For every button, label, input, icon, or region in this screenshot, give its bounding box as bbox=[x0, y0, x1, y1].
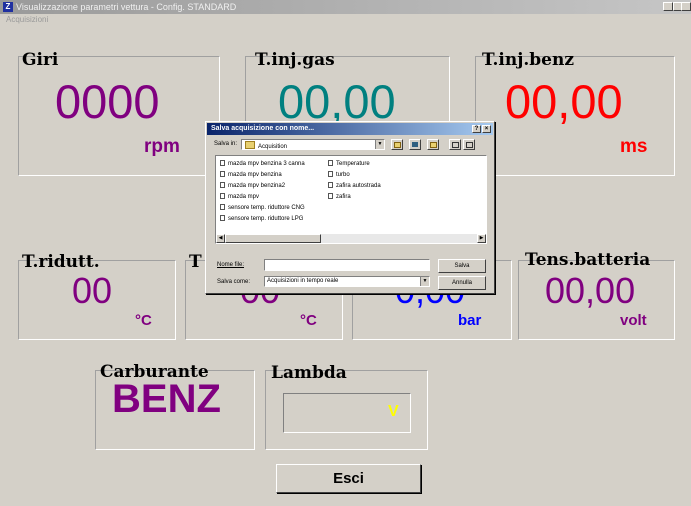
lambda-display: V bbox=[283, 393, 411, 433]
giri-label: Giri bbox=[22, 50, 59, 70]
scroll-left-icon[interactable]: ◀ bbox=[216, 234, 225, 243]
saveas-label: Salva come: bbox=[217, 279, 251, 285]
folder-icon bbox=[245, 141, 255, 149]
list-item[interactable]: mazda mpv bbox=[220, 193, 259, 201]
tridutt-value: 00 bbox=[72, 270, 113, 311]
save-in-value: Acquisition bbox=[258, 144, 288, 150]
list-item[interactable]: zafira bbox=[328, 193, 351, 201]
minimize-icon[interactable] bbox=[663, 2, 673, 11]
chevron-down-icon[interactable]: ▼ bbox=[375, 140, 384, 149]
list-item[interactable]: turbo bbox=[328, 171, 350, 179]
tinj-benz-value: 00,00 bbox=[505, 75, 623, 128]
annulla-button[interactable]: Annulla bbox=[438, 276, 486, 290]
close-icon[interactable] bbox=[681, 2, 691, 11]
salva-button[interactable]: Salva bbox=[438, 259, 486, 273]
list-item[interactable]: zafira autostrada bbox=[328, 182, 381, 190]
list-item[interactable]: mazda mpv benzina2 bbox=[220, 182, 285, 190]
help-icon[interactable]: ? bbox=[472, 125, 481, 133]
list-item[interactable]: sensore temp. riduttore LPG bbox=[220, 215, 303, 223]
carburante-value: BENZ bbox=[112, 377, 221, 421]
list-item[interactable]: Temperature bbox=[328, 160, 370, 168]
saveas-combo[interactable]: Acquisizioni in tempo reale ▼ bbox=[264, 276, 430, 287]
saveas-value: Acquisizioni in tempo reale bbox=[267, 278, 339, 284]
tens-batteria-label: Tens.batteria bbox=[525, 250, 651, 270]
t-gas-label: T bbox=[189, 252, 202, 272]
up-folder-button[interactable] bbox=[391, 139, 403, 150]
save-in-combo[interactable]: Acquisition ▼ bbox=[241, 139, 385, 150]
chevron-down-icon[interactable]: ▼ bbox=[420, 277, 429, 286]
pressione-unit: bar bbox=[458, 312, 482, 329]
app-icon: Z bbox=[3, 2, 13, 12]
tinj-benz-unit: ms bbox=[620, 136, 648, 157]
tinj-benz-label: T.inj.benz bbox=[482, 50, 574, 70]
dialog-titlebar: Salva acquisizione con nome... ? × bbox=[207, 123, 493, 135]
tridutt-label: T.ridutt. bbox=[22, 252, 100, 272]
dialog-close-icon[interactable]: × bbox=[482, 125, 491, 133]
filename-label: Nome file: bbox=[217, 262, 245, 268]
tridutt-unit: °C bbox=[135, 312, 152, 329]
list-item[interactable]: mazda mpv benzina bbox=[220, 171, 282, 179]
t-gas-unit: °C bbox=[300, 312, 317, 329]
window-titlebar: Z Visualizzazione parametri vettura - Co… bbox=[0, 0, 691, 14]
details-view-button[interactable] bbox=[463, 139, 475, 150]
menubar: Acquisizioni bbox=[0, 14, 691, 26]
lambda-value: V bbox=[388, 403, 399, 420]
save-dialog: Salva acquisizione con nome... ? × Salva… bbox=[205, 121, 495, 294]
desktop-button[interactable] bbox=[409, 139, 421, 150]
menu-acquisizioni[interactable]: Acquisizioni bbox=[6, 14, 48, 26]
list-view-button[interactable] bbox=[449, 139, 461, 150]
filename-field[interactable] bbox=[264, 259, 430, 271]
scroll-right-icon[interactable]: ▶ bbox=[477, 234, 486, 243]
giri-unit: rpm bbox=[144, 136, 180, 157]
lambda-label: Lambda bbox=[271, 363, 347, 383]
scroll-thumb[interactable] bbox=[225, 234, 321, 243]
horizontal-scrollbar[interactable]: ◀ ▶ bbox=[216, 234, 486, 243]
giri-value: 0000 bbox=[55, 75, 160, 128]
tens-batteria-value: 00,00 bbox=[545, 270, 636, 311]
list-item[interactable]: sensore temp. riduttore CNG bbox=[220, 204, 305, 212]
tens-batteria-unit: volt bbox=[620, 312, 647, 329]
file-list[interactable]: mazda mpv benzina 3 canna mazda mpv benz… bbox=[215, 155, 487, 244]
dialog-title: Salva acquisizione con nome... bbox=[211, 125, 315, 132]
esci-button[interactable]: Esci bbox=[276, 464, 421, 493]
new-folder-button[interactable] bbox=[427, 139, 439, 150]
tinj-gas-label: T.inj.gas bbox=[255, 50, 335, 70]
save-in-label: Salva in: bbox=[214, 141, 238, 147]
list-item[interactable]: mazda mpv benzina 3 canna bbox=[220, 160, 305, 168]
window-title: Visualizzazione parametri vettura - Conf… bbox=[16, 2, 237, 12]
